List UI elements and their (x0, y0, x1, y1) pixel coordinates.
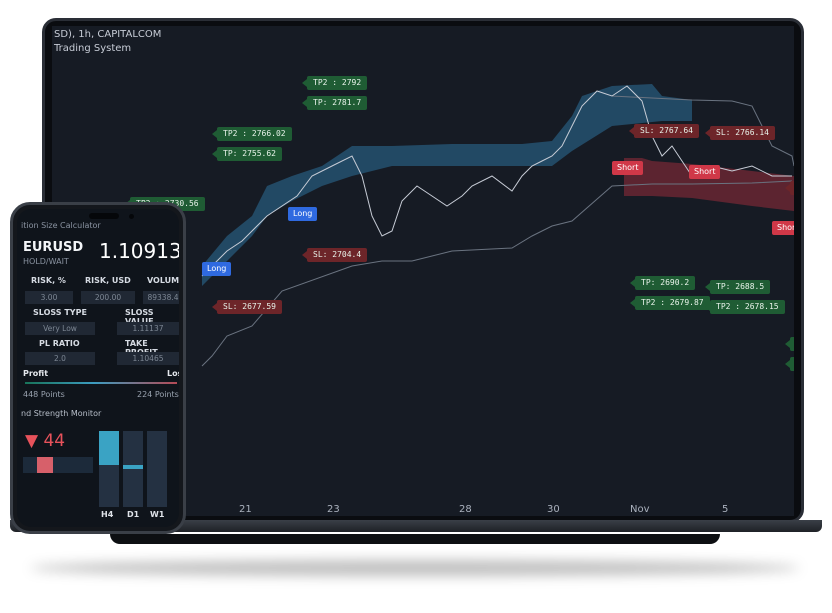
loss-points: 224 Points (137, 390, 179, 399)
tp-tag: TP: 2690.2 (629, 276, 696, 290)
timeframe-h4: H4 (101, 510, 114, 519)
phone-speaker (89, 213, 119, 219)
down-triangle-icon: ▼ (25, 431, 39, 451)
volume-label: VOLUME (147, 276, 179, 285)
risk-usd-label: RISK, USD (85, 276, 131, 285)
pl-ratio-field[interactable]: 2.0 (25, 352, 95, 365)
sl-tag: SL: 2677.59 (212, 300, 282, 314)
long-signal[interactable]: Long (202, 262, 232, 276)
risk-pct-field[interactable]: 3.00 (25, 291, 73, 304)
strength-value: 44 (43, 431, 66, 451)
tp2-tag: TP2 : 2792 (301, 76, 368, 90)
sl-tag: SL: 2704.4 (301, 248, 368, 262)
timeframe-d1: D1 (127, 510, 140, 519)
chart-symbol-line: SD), 1h, CAPITALCOM (54, 29, 162, 40)
strength-readout: ▼ 44 (25, 431, 65, 451)
price-value: 1.10913 (99, 239, 179, 263)
sloss-type-label: SLOSS TYPE (33, 308, 87, 317)
d1-strength-column (123, 431, 143, 507)
x-tick: 23 (327, 504, 340, 515)
x-tick: 30 (547, 504, 560, 515)
chart-indicator-name: Trading System (54, 43, 132, 54)
phone-camera (129, 214, 134, 219)
risk-usd-field[interactable]: 200.00 (81, 291, 135, 304)
laptop-hinge (110, 534, 720, 544)
tp2-tag: TP2 : 2766.02 (212, 127, 292, 141)
take-profit-field: 1.10465 (117, 352, 179, 365)
strength-meter-fill (37, 457, 53, 473)
panel-title: ition Size Calculator (21, 221, 101, 230)
symbol-label: EURUSD (23, 240, 84, 255)
loss-label: Los (167, 369, 179, 378)
tp2-tag: TP2 : 2679.87 (630, 296, 710, 310)
x-tick: 28 (459, 504, 472, 515)
short-signal[interactable]: Short (689, 165, 721, 179)
status-label: HOLD/WAIT (23, 257, 69, 266)
tp2-tag: TP2 : 2678.15 (705, 300, 785, 314)
pl-ratio-label: PL RATIO (39, 339, 80, 348)
tp-tag: TP (785, 337, 794, 351)
sloss-value-field[interactable]: 1.11137 (117, 322, 179, 335)
device-shadow (30, 560, 800, 576)
sl-tag: SL: 2766.14 (705, 126, 775, 140)
strength-monitor-title: nd Strength Monitor (21, 409, 102, 418)
sl-tag: SL (785, 181, 794, 195)
trend-band-upper (202, 84, 692, 286)
profit-loss-bar (25, 382, 177, 384)
timeframe-w1: W1 (150, 510, 165, 519)
h4-strength-column (99, 431, 119, 507)
tp-tag: TP: 2688.5 (704, 280, 771, 294)
tp-tag: TP: 2781.7 (301, 96, 368, 110)
w1-strength-column (147, 431, 167, 507)
short-signal[interactable]: Short (772, 221, 794, 235)
strength-meter (23, 457, 93, 473)
profit-points: 448 Points (23, 390, 65, 399)
x-tick: 5 (722, 504, 729, 515)
x-tick: 21 (239, 504, 252, 515)
tp-tag: TP: 2755.62 (212, 147, 282, 161)
sl-tag: SL: 2767.64 (629, 124, 699, 138)
phone: ition Size Calculator EURUSD HOLD/WAIT 1… (10, 202, 186, 534)
long-signal[interactable]: Long (288, 207, 318, 221)
tp-tag: TP (785, 357, 794, 371)
phone-screen[interactable]: ition Size Calculator EURUSD HOLD/WAIT 1… (17, 209, 179, 527)
sloss-type-select[interactable]: Very Low (25, 322, 95, 335)
profit-label: Profit (23, 369, 49, 378)
x-tick: Nov (630, 504, 650, 515)
short-signal[interactable]: Short (612, 161, 644, 175)
risk-pct-label: RISK, % (31, 276, 66, 285)
chart-header: SD), 1h, CAPITALCOM Trading System (54, 28, 161, 56)
volume-field: 89338.4 (143, 291, 179, 304)
